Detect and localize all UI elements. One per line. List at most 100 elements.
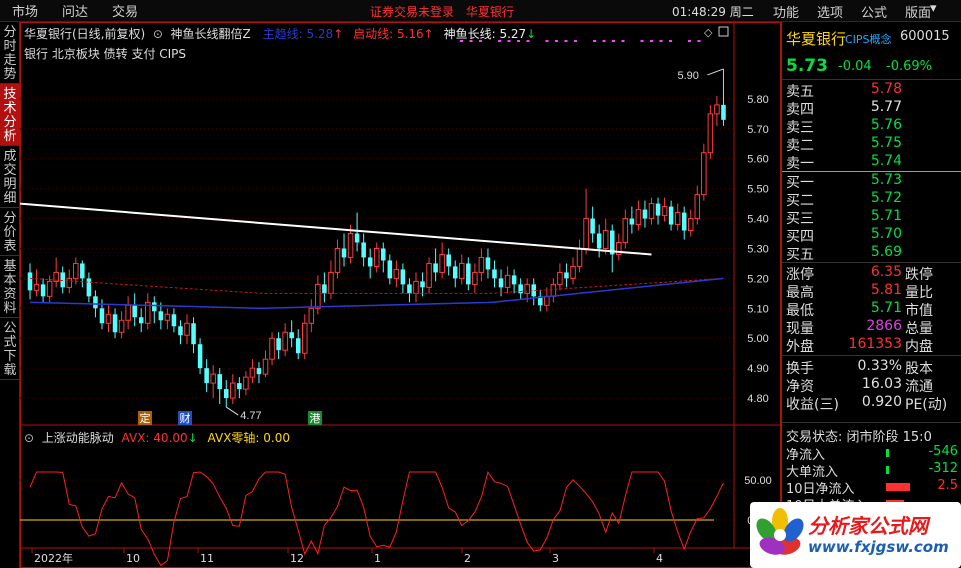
signal-dot — [564, 40, 568, 42]
bid-row[interactable]: 买五 5.69 — [782, 244, 961, 263]
ask-row[interactable]: 卖五 5.78 — [782, 81, 961, 100]
up-arrow-icon: ↑ — [333, 27, 344, 41]
bid-row-label: 买三 — [786, 211, 814, 227]
candle-body — [687, 218, 694, 232]
bid-row[interactable]: 买二 5.72 — [782, 190, 961, 209]
indicator-settings-icon[interactable]: ⊙ — [24, 431, 38, 445]
concept-tags[interactable]: 银行 北京板块 债转 支付 CIPS — [24, 45, 186, 62]
candle-body — [426, 262, 432, 288]
low-label: 4.77 — [240, 410, 261, 422]
stat-row[interactable]: 涨停 6.35 跌停 — [782, 264, 961, 283]
stat-row-label: 现量 — [786, 321, 814, 337]
bid-row[interactable]: 买三 5.71 — [782, 208, 961, 227]
high-label: 5.90 — [677, 70, 698, 82]
tab-trades[interactable]: 成交明细 — [0, 146, 20, 208]
bid-row-value: 5.73 — [870, 172, 902, 188]
signal-dot — [574, 40, 577, 42]
login-notice[interactable]: 证券交易未登录 — [370, 5, 454, 19]
stat-row-value: 0.920 — [861, 394, 902, 410]
tab-technical[interactable]: 技术分析 — [0, 84, 20, 146]
flow-bar — [886, 483, 910, 491]
candle-body — [73, 262, 79, 279]
start-value: 5.16 — [396, 27, 424, 41]
candle-body — [492, 269, 497, 279]
stat-row[interactable]: 现量 2866 总量 — [782, 318, 961, 337]
candle-body — [125, 304, 131, 321]
concept-tag[interactable]: CIPS概念 — [845, 31, 892, 47]
settings-icon[interactable]: ⊙ — [149, 27, 167, 41]
candle-body — [46, 280, 53, 297]
candle-body — [381, 248, 386, 261]
candle-body — [60, 272, 65, 288]
candle-body — [230, 382, 236, 399]
stat-row[interactable]: 外盘 161353 内盘 — [782, 336, 961, 355]
candle-body — [276, 338, 281, 351]
chart-canvas[interactable]: 4.80 4.90 5.00 5.10 5.20 5.30 5.40 5.50 5.60 5.70… — [20, 22, 781, 568]
divider — [782, 355, 961, 356]
right-menu: 功能 选项 公式 版面 — [764, 0, 940, 22]
tab-fundamentals[interactable]: 基本资料 — [0, 256, 20, 318]
candle-body — [459, 262, 465, 279]
candle-body — [400, 269, 406, 285]
ask-row[interactable]: 卖四 5.77 — [782, 99, 961, 118]
dropdown-icon[interactable]: ▾ — [930, 1, 937, 16]
stat-row[interactable]: 最低 5.71 市值 — [782, 300, 961, 319]
high-pointer — [707, 68, 724, 76]
bid-row-value: 5.70 — [870, 226, 902, 242]
avx-value: 40.00 — [153, 431, 188, 445]
signal-dot — [545, 40, 549, 42]
ask-row[interactable]: 卖二 5.75 — [782, 135, 961, 154]
stat-row[interactable]: 换手 0.33% 股本 — [782, 358, 961, 377]
signal-dot — [669, 40, 672, 42]
candle-body — [99, 308, 105, 324]
bid-row[interactable]: 买一 5.73 — [782, 172, 961, 191]
signal-dot — [555, 40, 558, 42]
divider — [782, 422, 961, 423]
candle-body — [33, 283, 40, 291]
candle-body — [322, 284, 327, 294]
candle-body — [668, 206, 674, 225]
ask-row-value: 5.75 — [870, 135, 902, 151]
signal-dot — [688, 40, 691, 42]
stat-row[interactable]: 净资 16.03 流通 — [782, 376, 961, 395]
candle-body — [112, 314, 118, 333]
signal-dot — [621, 40, 625, 42]
candle-body — [184, 322, 190, 336]
menu-trade[interactable]: 交易 — [100, 1, 150, 20]
bid-row-label: 买五 — [786, 247, 814, 263]
formula-name[interactable]: 神鱼长线翻倍Z — [171, 27, 251, 41]
candle-body — [472, 271, 478, 285]
divider — [782, 79, 961, 80]
candle-body — [655, 203, 661, 216]
menu-wenda[interactable]: 问达 — [50, 1, 100, 20]
menu-market[interactable]: 市场 — [0, 1, 50, 20]
trade-status: 交易状态: 闭市阶段 15:0 — [782, 426, 961, 445]
menu-function[interactable]: 功能 — [764, 2, 808, 21]
stat-row-label2: 量比 — [905, 285, 933, 301]
candle-body — [191, 323, 196, 345]
tab-intraday[interactable]: 分时走势 — [0, 22, 20, 84]
flow-bar — [886, 449, 889, 457]
menu-options[interactable]: 选项 — [808, 2, 852, 21]
candle-body — [557, 271, 563, 285]
x-tick-label: 10 — [126, 552, 140, 565]
stat-row[interactable]: 最高 5.81 量比 — [782, 282, 961, 301]
ask-row[interactable]: 卖三 5.76 — [782, 117, 961, 136]
candle-body — [511, 275, 517, 285]
candle-body — [596, 233, 602, 249]
ask-row[interactable]: 卖一 5.74 — [782, 153, 961, 172]
candle-body — [570, 265, 576, 279]
bid-row[interactable]: 买四 5.70 — [782, 226, 961, 245]
kline-chart-area[interactable]: 4.80 4.90 5.00 5.10 5.20 5.30 5.40 5.50 5.60 5.70… — [20, 22, 781, 568]
logo-url: www.fxjgsw.com — [808, 538, 949, 556]
tab-price-table[interactable]: 分价表 — [0, 208, 20, 256]
stat-row-label2: PE(动) — [905, 397, 948, 413]
menu-formula[interactable]: 公式 — [852, 2, 896, 21]
candle-body — [466, 263, 471, 285]
stat-row[interactable]: 收益(三) 0.920 PE(动) — [782, 394, 961, 413]
indicator-name[interactable]: 上涨动能脉动 — [42, 431, 114, 445]
bid-row-value: 5.72 — [870, 190, 902, 206]
candle-body — [289, 332, 294, 339]
flow-row: 大单流入 -312 — [782, 461, 961, 480]
tab-formula-download[interactable]: 公式下载 — [0, 318, 20, 380]
